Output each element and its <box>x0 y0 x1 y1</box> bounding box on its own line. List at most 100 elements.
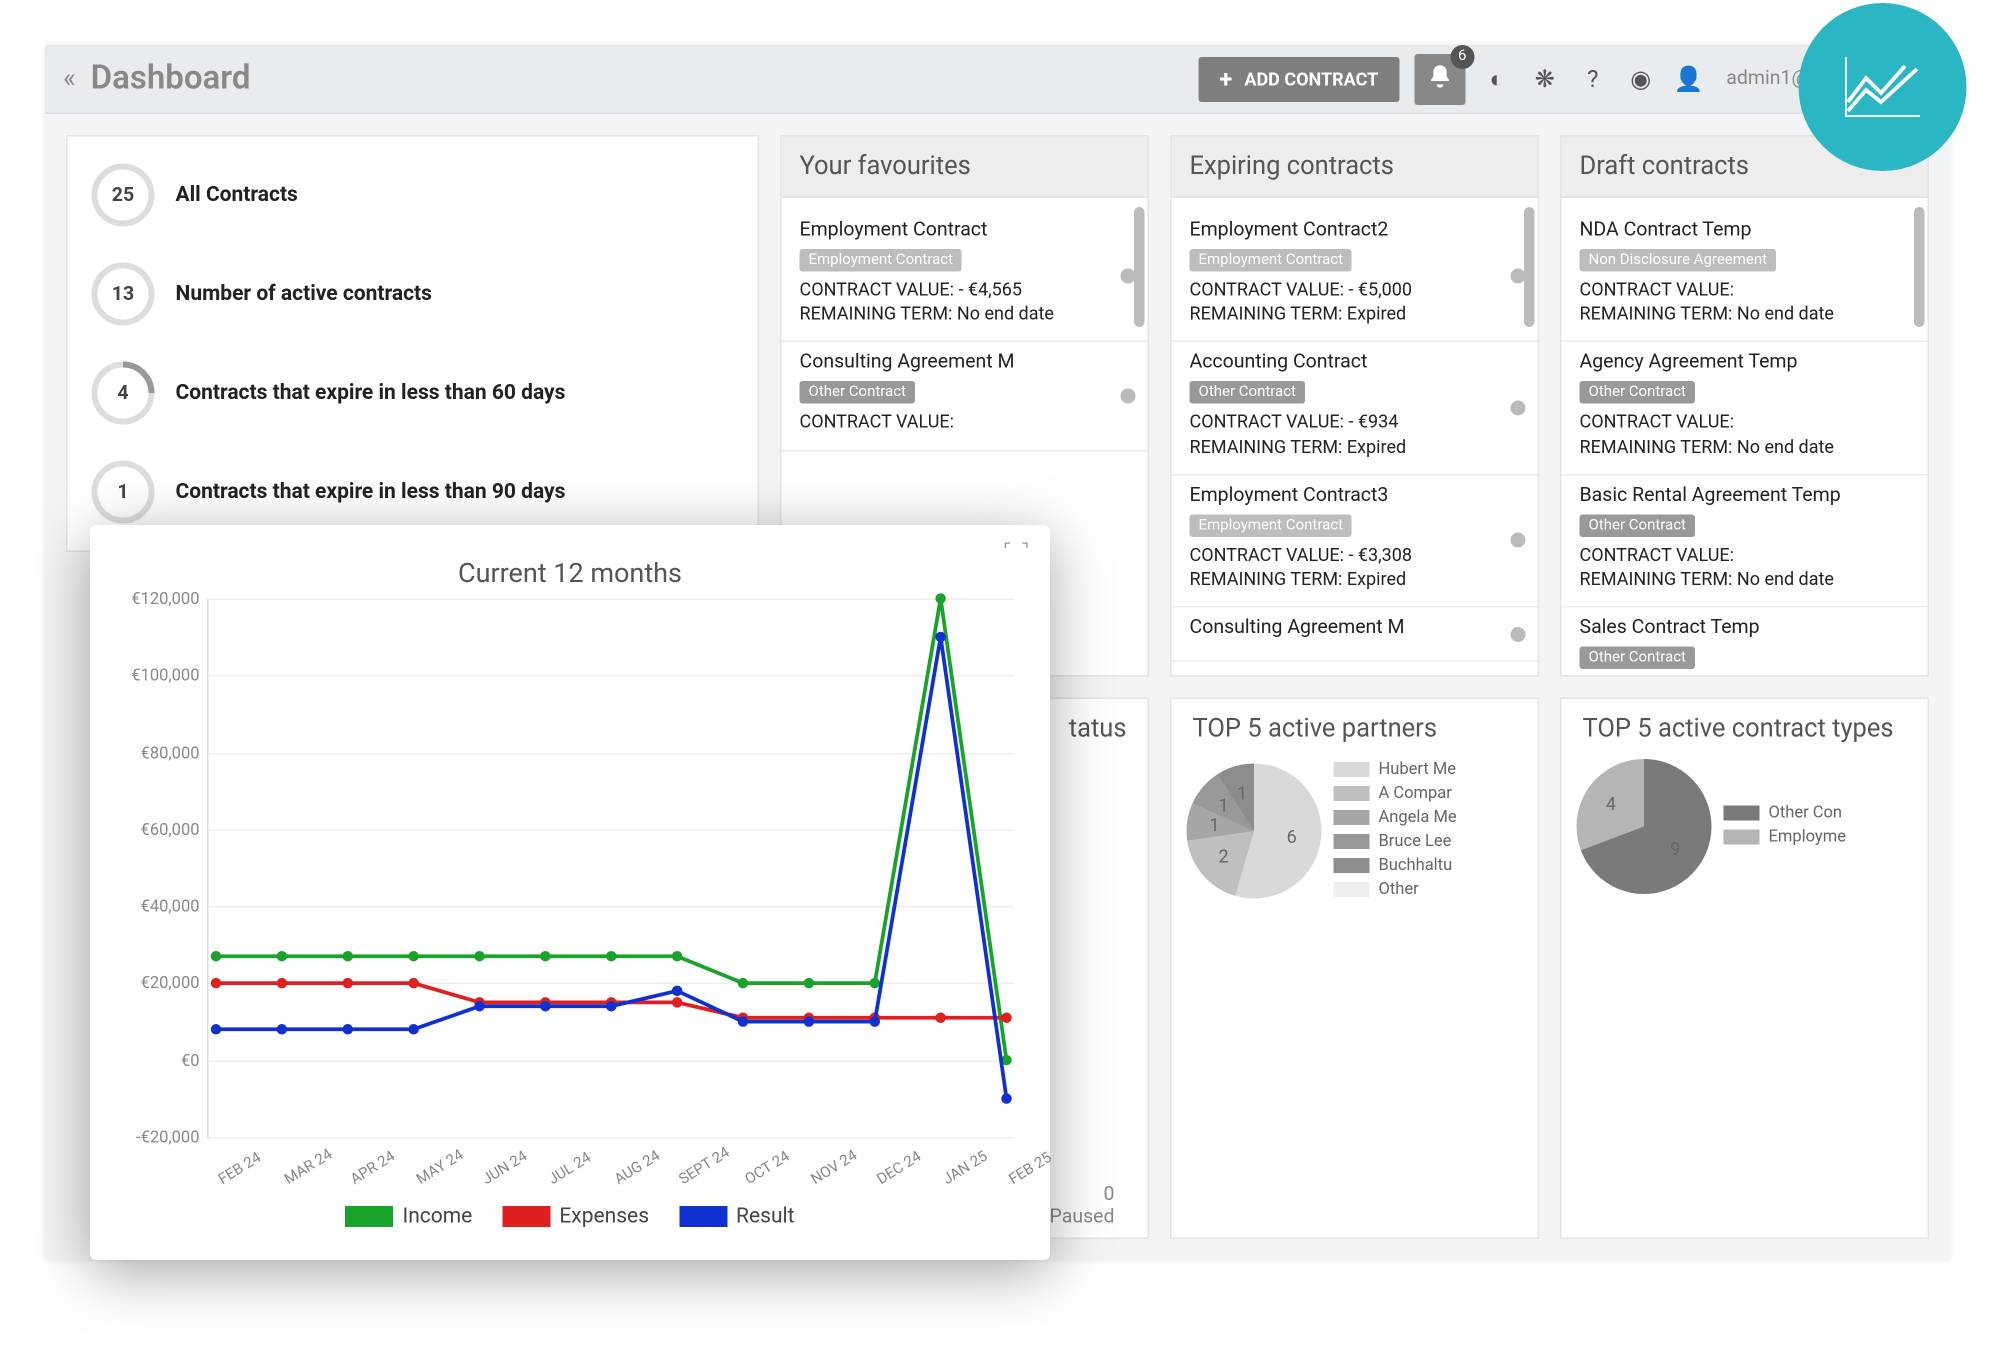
stat-circle: 25 <box>92 164 155 227</box>
pie-slice-label: 4 <box>1606 794 1616 815</box>
item-term: REMAINING TERM: No end date <box>1580 302 1910 326</box>
contrast-icon[interactable]: ◐ <box>1480 62 1513 95</box>
item-tag: Other Contract <box>800 382 915 405</box>
legend-item: Employme <box>1724 827 1913 847</box>
pie-slice-label: 9 <box>1670 838 1680 859</box>
item-title: Sales Contract Temp <box>1580 617 1910 640</box>
item-tag: Other Contract <box>1580 382 1695 405</box>
expand-icon[interactable]: ⌜ ⌝ <box>1003 540 1032 560</box>
item-value: CONTRACT VALUE: - €5,000 <box>1190 278 1520 302</box>
item-value: CONTRACT VALUE: - €4,565 <box>800 278 1130 302</box>
add-contract-button[interactable]: + ADD CONTRACT <box>1198 56 1399 101</box>
item-value: CONTRACT VALUE: <box>1580 543 1910 567</box>
y-tick-label: €100,000 <box>113 666 200 686</box>
partners-panel: TOP 5 active partners 62111 Hubert MeA C… <box>1170 698 1539 1240</box>
list-item[interactable]: Accounting ContractOther ContractCONTRAC… <box>1172 343 1538 476</box>
list-item[interactable]: Consulting Agreement M <box>1172 608 1538 662</box>
item-title: Employment Contract <box>800 219 1130 242</box>
item-term: REMAINING TERM: No end date <box>1580 567 1910 591</box>
ctypes-legend: Other Con Employme <box>1724 803 1913 851</box>
y-tick-label: €60,000 <box>113 820 200 840</box>
item-title: Employment Contract3 <box>1190 484 1520 507</box>
item-tag: Employment Contract <box>800 249 963 272</box>
header: « Dashboard + ADD CONTRACT 6 ◐ ❋ ? ◉ 👤 a… <box>45 45 1950 114</box>
chart-title: Current 12 months <box>117 558 1023 590</box>
legend-item: Bruce Lee <box>1334 831 1523 851</box>
list-item[interactable]: Agency Agreement Temp Other Contract CONTR… <box>1562 343 1928 476</box>
x-tick-label: OCT 24 <box>743 1148 793 1188</box>
panel-title: TOP 5 active contract types <box>1562 699 1928 759</box>
item-title: Consulting Agreement M <box>1190 617 1520 640</box>
feed-icon[interactable]: ◉ <box>1624 62 1657 95</box>
status-dot-icon <box>1121 268 1136 283</box>
item-tag: Other Contract <box>1580 514 1695 537</box>
legend-item: Other <box>1334 879 1523 899</box>
partners-pie[interactable]: 62111 <box>1187 764 1322 899</box>
notifications-button[interactable]: 6 <box>1414 53 1465 104</box>
stat-active-contracts[interactable]: 13 Number of active contracts <box>92 263 734 326</box>
back-button[interactable]: « <box>63 63 76 95</box>
status-dot-icon <box>1511 626 1526 641</box>
stat-expire-60[interactable]: 4 Contracts that expire in less than 60 … <box>92 362 734 425</box>
list-item[interactable]: Sales Contract TempOther ContractCONTRAC… <box>1562 608 1928 675</box>
bell-icon <box>1426 62 1453 89</box>
status-title-fragment: tatus <box>1069 714 1127 744</box>
x-tick-label: JUL 24 <box>545 1150 593 1189</box>
x-tick-label: MAY 24 <box>414 1147 467 1189</box>
partners-legend: Hubert MeA ComparAngela MeBruce LeeBuchh… <box>1334 759 1523 903</box>
item-value: CONTRACT VALUE: - €934 <box>1190 410 1520 434</box>
help-icon[interactable]: ? <box>1576 62 1609 95</box>
user-icon: 👤 <box>1672 62 1705 95</box>
add-contract-label: ADD CONTRACT <box>1244 68 1378 89</box>
plus-icon: + <box>1219 70 1232 88</box>
item-title: Accounting Contract <box>1190 352 1520 375</box>
item-tag: Employment Contract <box>1190 514 1353 537</box>
chart-plot-area[interactable]: €120,000€100,000€80,000€60,000€40,000€20… <box>207 599 1014 1139</box>
status-dot-icon <box>1511 533 1526 548</box>
item-term: REMAINING TERM: No end date <box>1580 434 1910 458</box>
contract-types-panel: TOP 5 active contract types 94 Other Con… <box>1560 698 1929 1240</box>
stat-expire-90[interactable]: 1 Contracts that expire in less than 90 … <box>92 461 734 524</box>
item-title: Employment Contract2 <box>1190 219 1520 242</box>
item-value: CONTRACT VALUE: <box>1580 278 1910 302</box>
y-tick-label: €20,000 <box>113 973 200 993</box>
item-tag: Other Contract <box>1580 647 1695 670</box>
stat-all-contracts[interactable]: 25 All Contracts <box>92 164 734 227</box>
y-tick-label: €120,000 <box>113 589 200 609</box>
ctypes-pie[interactable]: 94 <box>1577 759 1712 894</box>
item-tag: Employment Contract <box>1190 249 1353 272</box>
list-item[interactable]: Employment Contract3Employment ContractC… <box>1172 475 1538 608</box>
item-title: NDA Contract Temp <box>1580 219 1910 242</box>
list-item[interactable]: NDA Contract Temp Non Disclosure Agreemen… <box>1562 210 1928 343</box>
item-term: REMAINING TERM: Expired <box>1190 302 1520 326</box>
legend-item: Angela Me <box>1334 807 1523 827</box>
pie-slice-label: 1 <box>1237 783 1247 804</box>
stat-circle: 13 <box>92 263 155 326</box>
list-item[interactable]: Employment Contract2 Employment Contract C… <box>1172 210 1538 343</box>
legend-item: Other Con <box>1724 803 1913 823</box>
x-tick-label: FEB 24 <box>216 1150 264 1189</box>
x-tick-label: JAN 25 <box>941 1148 991 1188</box>
panel-title: Expiring contracts <box>1172 137 1538 199</box>
item-value: CONTRACT VALUE: <box>1580 410 1910 434</box>
list-item[interactable]: Consulting Agreement MOther ContractCONT… <box>782 343 1148 451</box>
legend-item: A Compar <box>1334 783 1523 803</box>
item-term: REMAINING TERM: Expired <box>1190 434 1520 458</box>
item-title: Agency Agreement Temp <box>1580 352 1910 375</box>
y-tick-label: €0 <box>113 1050 200 1070</box>
item-tag: Non Disclosure Agreement <box>1580 249 1777 272</box>
stat-label: Contracts that expire in less than 90 da… <box>176 480 566 504</box>
stat-label: All Contracts <box>176 183 298 207</box>
x-tick-label: MAR 24 <box>282 1146 336 1188</box>
list-item[interactable]: Basic Rental Agreement TempOther Contrac… <box>1562 475 1928 608</box>
expiring-list[interactable]: Employment Contract2 Employment Contract C… <box>1172 198 1538 675</box>
stats-card: 25 All Contracts 13 Number of active con… <box>66 135 759 552</box>
status-dot-icon <box>1511 401 1526 416</box>
x-tick-label: AUG 24 <box>611 1148 662 1189</box>
list-item[interactable]: Employment Contract Employment Contract CO… <box>782 210 1148 343</box>
drafts-panel: Draft contracts NDA Contract TempNon Dis… <box>1560 135 1929 677</box>
legend-expenses: Expenses <box>502 1205 649 1229</box>
drafts-list[interactable]: NDA Contract Temp Non Disclosure Agreemen… <box>1562 198 1928 675</box>
item-title: Consulting Agreement M <box>800 352 1130 375</box>
globe-icon[interactable]: ❋ <box>1528 62 1561 95</box>
